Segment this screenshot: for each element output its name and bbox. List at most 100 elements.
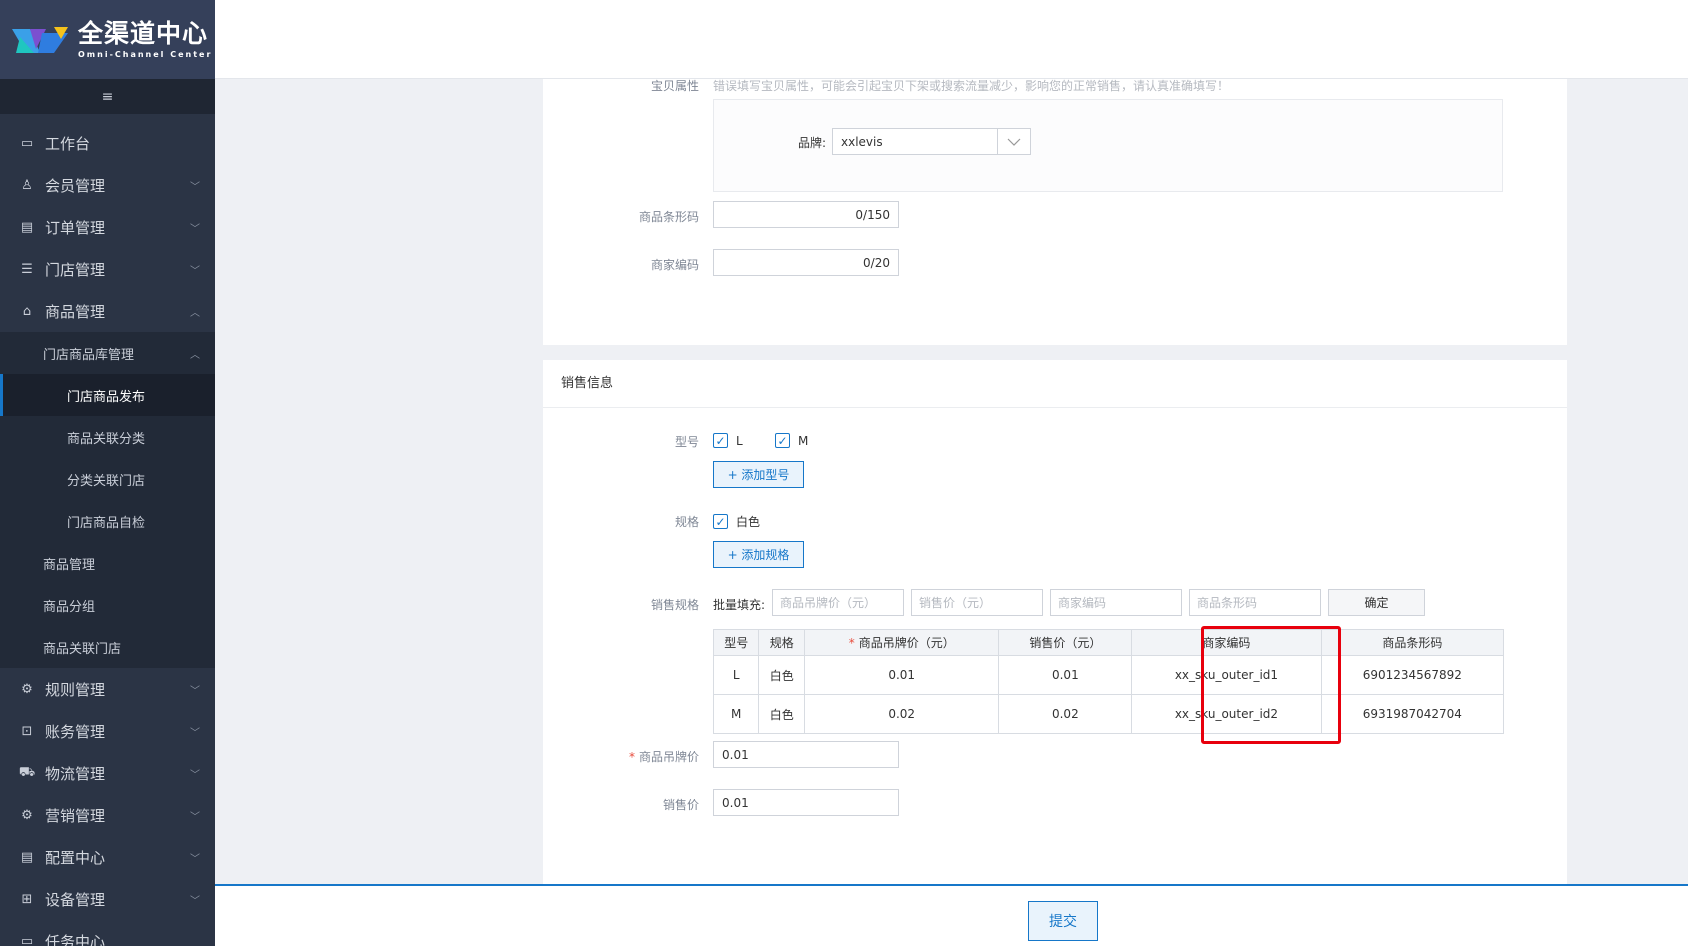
table-cell: L bbox=[712, 655, 760, 695]
checkbox-label: M bbox=[798, 433, 809, 448]
sidebar-item-label: 规则管理 bbox=[45, 680, 106, 699]
top-header bbox=[215, 0, 1688, 79]
table-header-row: 型号 规格 * 商品吊牌价（元） 销售价（元） 商家编码 商品条形码 bbox=[712, 629, 1505, 656]
sidebar-item-store-goods-lib[interactable]: 门店商品库管理 ︿ bbox=[0, 332, 215, 374]
sidebar-item-label: 商品管理 bbox=[43, 557, 96, 573]
sidebar-item-label: 会员管理 bbox=[45, 176, 106, 195]
brand-label: 品牌: bbox=[798, 136, 827, 150]
barcode-counter: 0/150 bbox=[855, 207, 890, 222]
sidebar-item-label: 商品分组 bbox=[43, 599, 96, 615]
marketing-icon: ⚙ bbox=[21, 807, 33, 823]
sidebar-item-label: 工作台 bbox=[45, 134, 91, 153]
table-cell[interactable]: 0.02 bbox=[998, 694, 1133, 734]
attr-box: 品牌: xxlevis bbox=[713, 99, 1503, 192]
table-cell: 白色 bbox=[758, 694, 805, 734]
batch-fill-label: 批量填充: bbox=[713, 598, 766, 612]
spec-label: 规格 bbox=[674, 515, 699, 529]
goods-submenu: 门店商品库管理 ︿ 门店商品发布 商品关联分类 分类关联门店 门店商品自检 商品… bbox=[0, 332, 215, 668]
sidebar-item-goods-group[interactable]: 商品分组 bbox=[0, 584, 215, 626]
main-content[interactable]: 宝贝属性 错误填写宝贝属性，可能会引起宝贝下架或搜索流量减少，影响您的正常销售，… bbox=[215, 79, 1688, 884]
chevron-down-icon: ﹀ bbox=[190, 769, 200, 781]
chevron-up-icon: ︿ bbox=[190, 307, 200, 319]
column-header: 商品条形码 bbox=[1320, 629, 1505, 656]
batch-confirm-button[interactable]: 确定 bbox=[1328, 589, 1425, 616]
section-title: 销售信息 bbox=[543, 360, 1567, 408]
chevron-down-icon: ﹀ bbox=[190, 223, 200, 235]
table-cell[interactable]: 0.01 bbox=[803, 655, 1000, 695]
sku-table: 型号 规格 * 商品吊牌价（元） 销售价（元） 商家编码 商品条形码 L 白色 0… bbox=[712, 629, 1505, 734]
sidebar-item-store-goods-selfcheck[interactable]: 门店商品自检 bbox=[0, 500, 215, 542]
sidebar-item-logistics[interactable]: ⛟ 物流管理 ﹀ bbox=[0, 752, 215, 794]
sidebar-item-orders[interactable]: ▤ 订单管理 ﹀ bbox=[0, 206, 215, 248]
chevron-down-icon[interactable] bbox=[997, 129, 1030, 154]
monitor-icon: ▭ bbox=[20, 135, 34, 151]
batch-sale-price-input[interactable]: 销售价（元） bbox=[911, 589, 1043, 616]
sidebar-item-marketing[interactable]: ⚙ 营销管理 ﹀ bbox=[0, 794, 215, 836]
device-icon: ⊞ bbox=[21, 891, 33, 907]
sidebar-item-goods-manage[interactable]: 商品管理 bbox=[0, 542, 215, 584]
sidebar-item-finance[interactable]: ⊡ 账务管理 ﹀ bbox=[0, 710, 215, 752]
menu-collapse-icon: ≡ bbox=[101, 88, 114, 105]
collapse-menu-button[interactable]: ≡ bbox=[0, 79, 215, 114]
sidebar-item-label: 门店商品发布 bbox=[67, 389, 146, 405]
sidebar-item-label: 商品管理 bbox=[45, 302, 106, 321]
sidebar-item-tasks[interactable]: ▭ 任务中心 bbox=[0, 920, 215, 946]
add-spec-button[interactable]: + 添加规格 bbox=[713, 541, 804, 568]
sale-price-value: 0.01 bbox=[722, 795, 749, 810]
column-header: 规格 bbox=[758, 629, 805, 656]
chevron-down-icon: ﹀ bbox=[190, 265, 200, 277]
chevron-down-icon: ﹀ bbox=[190, 181, 200, 193]
bottom-action-bar: 提交 bbox=[215, 884, 1688, 946]
tag-price-label-text: 商品吊牌价 bbox=[638, 750, 699, 764]
chevron-down-icon: ﹀ bbox=[190, 685, 200, 697]
barcode-label: 商品条形码 bbox=[638, 210, 699, 224]
outer-code-input[interactable]: 0/20 bbox=[713, 249, 899, 276]
sidebar-item-label: 账务管理 bbox=[45, 722, 106, 741]
sidebar-item-goods-store-link[interactable]: 商品关联门店 bbox=[0, 626, 215, 668]
sidebar-item-stores[interactable]: ☰ 门店管理 ﹀ bbox=[0, 248, 215, 290]
submit-button[interactable]: 提交 bbox=[1028, 901, 1098, 941]
sidebar-item-rules[interactable]: ⚙ 规则管理 ﹀ bbox=[0, 668, 215, 710]
sidebar-item-label: 订单管理 bbox=[45, 218, 106, 237]
sidebar-item-label: 门店商品库管理 bbox=[43, 347, 135, 363]
sidebar-item-workbench[interactable]: ▭ 工作台 bbox=[0, 122, 215, 164]
required-mark: * bbox=[628, 750, 635, 764]
tag-price-label: * 商品吊牌价 bbox=[543, 748, 699, 765]
sidebar-item-store-goods-publish[interactable]: 门店商品发布 bbox=[0, 374, 215, 416]
attr-hint: 错误填写宝贝属性，可能会引起宝贝下架或搜索流量减少，影响您的正常销售，请认真准确… bbox=[713, 79, 1230, 93]
column-header: 型号 bbox=[712, 629, 760, 656]
bag-icon: ⌂ bbox=[22, 303, 32, 319]
sales-info-card: 销售信息 型号 ✓ L ✓ M + 添加型号 规格 ✓ 白色 + 添加规格 销售… bbox=[543, 360, 1567, 884]
table-cell[interactable]: 0.01 bbox=[998, 655, 1133, 695]
spec-checkbox-white[interactable]: ✓ 白色 bbox=[713, 513, 760, 530]
brand-select[interactable]: xxlevis bbox=[832, 128, 1031, 155]
sidebar-item-members[interactable]: ♙ 会员管理 ﹀ bbox=[0, 164, 215, 206]
sidebar-item-devices[interactable]: ⊞ 设备管理 ﹀ bbox=[0, 878, 215, 920]
add-model-button[interactable]: + 添加型号 bbox=[713, 461, 804, 488]
batch-barcode-input[interactable]: 商品条形码 bbox=[1189, 589, 1321, 616]
tag-price-input[interactable]: 0.01 bbox=[713, 741, 899, 768]
checkmark-icon: ✓ bbox=[713, 514, 728, 529]
sale-price-input[interactable]: 0.01 bbox=[713, 789, 899, 816]
batch-tag-price-input[interactable]: 商品吊牌价（元） bbox=[772, 589, 904, 616]
members-icon: ♙ bbox=[21, 177, 33, 193]
model-checkbox-m[interactable]: ✓ M bbox=[775, 433, 808, 448]
table-cell[interactable]: 6901234567892 bbox=[1320, 655, 1505, 695]
sidebar-item-label: 商品关联门店 bbox=[43, 641, 122, 657]
sidebar-item-config[interactable]: ▤ 配置中心 ﹀ bbox=[0, 836, 215, 878]
model-checkbox-l[interactable]: ✓ L bbox=[713, 433, 743, 448]
sidebar-item-category-store-link[interactable]: 分类关联门店 bbox=[0, 458, 215, 500]
sidebar-item-label: 任务中心 bbox=[45, 932, 106, 946]
attr-label: 宝贝属性 bbox=[650, 79, 699, 93]
sidebar-item-goods[interactable]: ⌂ 商品管理 ︿ bbox=[0, 290, 215, 332]
finance-icon: ⊡ bbox=[21, 723, 33, 739]
sidebar: 全渠道中心 Omni-Channel Center ≡ ▭ 工作台 ♙ 会员管理… bbox=[0, 0, 215, 946]
table-cell[interactable]: 6931987042704 bbox=[1320, 694, 1505, 734]
rules-icon: ⚙ bbox=[21, 681, 33, 697]
logo-subtitle: Omni-Channel Center bbox=[78, 50, 213, 59]
batch-outer-code-input[interactable]: 商家编码 bbox=[1050, 589, 1182, 616]
sidebar-item-goods-category-link[interactable]: 商品关联分类 bbox=[0, 416, 215, 458]
table-cell[interactable]: 0.02 bbox=[803, 694, 1000, 734]
barcode-input[interactable]: 0/150 bbox=[713, 201, 899, 228]
logo[interactable]: 全渠道中心 Omni-Channel Center bbox=[0, 0, 215, 79]
